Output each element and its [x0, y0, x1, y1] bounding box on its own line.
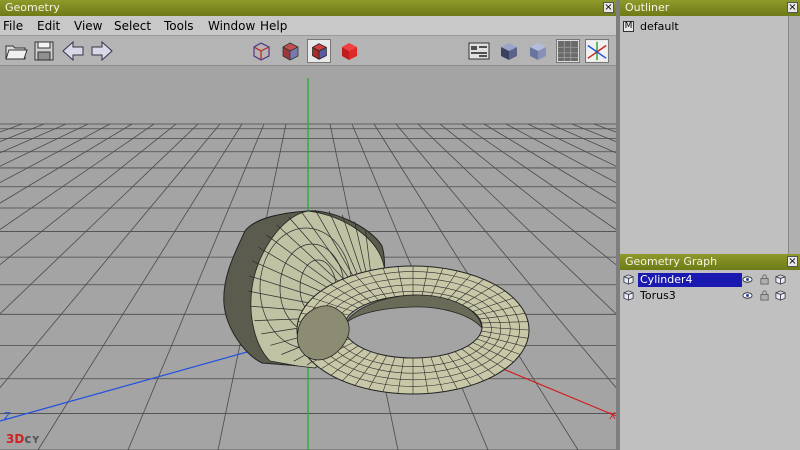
menu-file[interactable]: File	[3, 19, 23, 33]
grid-line	[0, 123, 221, 389]
grid-line	[571, 123, 616, 143]
close-icon[interactable]: ×	[787, 2, 798, 13]
outliner-titlebar: Outliner ×	[620, 0, 800, 16]
menu-bar: File Edit View Select Tools Window Help	[0, 16, 616, 36]
3d-viewport[interactable]: X Z	[0, 66, 616, 450]
cube-icon[interactable]	[775, 274, 786, 285]
axes-toggle-icon[interactable]	[585, 39, 609, 63]
outliner-item[interactable]: M default	[622, 20, 798, 34]
grid-line	[483, 123, 616, 204]
solid-red-cube-icon[interactable]	[337, 39, 361, 63]
logo-prefix: 3D	[6, 432, 25, 446]
scrollbar[interactable]	[788, 16, 800, 254]
axis-z-label: Z	[4, 411, 11, 422]
grid-line	[505, 123, 616, 184]
visibility-eye-icon[interactable]	[742, 290, 753, 301]
grid-line	[0, 123, 111, 184]
forward-arrow-icon[interactable]	[90, 39, 114, 63]
cube-icon	[623, 290, 634, 301]
grid-line	[0, 123, 133, 204]
menu-view[interactable]: View	[74, 19, 102, 33]
grid-line	[0, 123, 155, 230]
geometry-graph-item-cylinder4[interactable]: Cylinder4	[622, 273, 798, 287]
grid-line	[37, 123, 243, 450]
cube-icon	[623, 274, 634, 285]
grid-toggle-icon[interactable]	[556, 39, 580, 63]
material-badge-icon: M	[623, 21, 634, 32]
smooth-shaded-cube-icon[interactable]	[497, 39, 521, 63]
render-settings-icon[interactable]	[467, 39, 491, 63]
outliner-panel: M default	[620, 16, 800, 254]
geometry-graph-item-label: Cylinder4	[638, 273, 742, 287]
grid-line	[549, 123, 616, 154]
geometry-graph-title: Geometry Graph	[625, 255, 718, 268]
menu-window[interactable]: Window	[208, 19, 255, 33]
logo-suffix: ᴄʏ	[24, 432, 41, 446]
wireframe-cube-icon[interactable]	[249, 39, 273, 63]
grid-line	[527, 123, 616, 167]
menu-edit[interactable]: Edit	[37, 19, 60, 33]
close-icon[interactable]: ×	[787, 256, 798, 267]
smooth-wire-cube-icon[interactable]	[278, 39, 302, 63]
geometry-graph-panel: Cylinder4 Torus3	[620, 270, 800, 450]
grid-line	[0, 123, 45, 143]
geometry-graph-item-label: Torus3	[640, 289, 676, 302]
app-logo: 3Dᴄʏ	[6, 432, 40, 446]
grid-line	[0, 123, 89, 167]
menu-help[interactable]: Help	[260, 19, 287, 33]
save-disk-icon[interactable]	[32, 39, 56, 63]
axis-x-label: X	[609, 411, 616, 422]
flat-shaded-cube-icon[interactable]	[526, 39, 550, 63]
lock-icon[interactable]	[759, 274, 770, 285]
flat-wire-cube-icon[interactable]	[307, 39, 331, 63]
geometry-graph-item-torus3[interactable]: Torus3	[622, 289, 798, 303]
menu-tools[interactable]: Tools	[164, 19, 194, 33]
outliner-title: Outliner	[625, 1, 670, 14]
grid-line	[0, 123, 67, 154]
torus-mesh[interactable]	[296, 265, 530, 395]
grid-line	[0, 123, 199, 315]
menu-select[interactable]: Select	[114, 19, 151, 33]
viewport-canvas[interactable]: X Z	[0, 66, 616, 450]
geometry-graph-titlebar: Geometry Graph ×	[620, 254, 800, 270]
close-icon[interactable]: ×	[603, 2, 614, 13]
visibility-eye-icon[interactable]	[742, 274, 753, 285]
lock-icon[interactable]	[759, 290, 770, 301]
outliner-item-label: default	[640, 20, 679, 33]
toolbar	[0, 36, 616, 66]
cube-icon[interactable]	[775, 290, 786, 301]
grid-line	[0, 123, 177, 266]
geometry-window-titlebar: Geometry ×	[0, 0, 616, 16]
open-folder-icon[interactable]	[4, 39, 28, 63]
back-arrow-icon[interactable]	[61, 39, 85, 63]
geometry-window-title: Geometry	[5, 1, 60, 14]
